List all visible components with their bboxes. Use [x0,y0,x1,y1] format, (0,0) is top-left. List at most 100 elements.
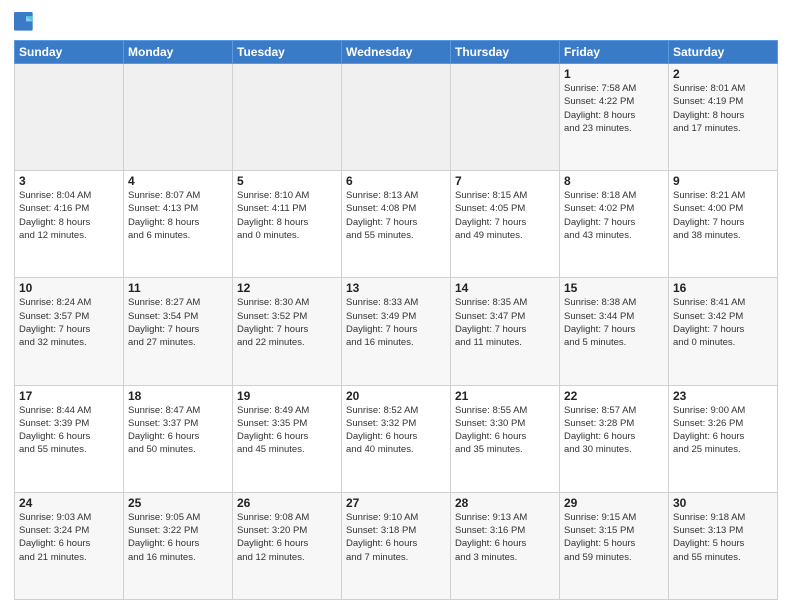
day-info: Sunrise: 8:49 AM Sunset: 3:35 PM Dayligh… [237,404,337,457]
day-info: Sunrise: 8:44 AM Sunset: 3:39 PM Dayligh… [19,404,119,457]
day-number: 21 [455,389,555,403]
calendar-cell: 29Sunrise: 9:15 AM Sunset: 3:15 PM Dayli… [560,492,669,599]
day-number: 14 [455,281,555,295]
calendar-cell: 13Sunrise: 8:33 AM Sunset: 3:49 PM Dayli… [342,278,451,385]
calendar-cell: 2Sunrise: 8:01 AM Sunset: 4:19 PM Daylig… [669,64,778,171]
day-info: Sunrise: 8:41 AM Sunset: 3:42 PM Dayligh… [673,296,773,349]
day-number: 23 [673,389,773,403]
calendar-cell: 21Sunrise: 8:55 AM Sunset: 3:30 PM Dayli… [451,385,560,492]
day-info: Sunrise: 9:18 AM Sunset: 3:13 PM Dayligh… [673,511,773,564]
day-number: 9 [673,174,773,188]
day-number: 27 [346,496,446,510]
calendar-cell: 8Sunrise: 8:18 AM Sunset: 4:02 PM Daylig… [560,171,669,278]
calendar-cell [15,64,124,171]
day-info: Sunrise: 9:10 AM Sunset: 3:18 PM Dayligh… [346,511,446,564]
calendar-cell: 27Sunrise: 9:10 AM Sunset: 3:18 PM Dayli… [342,492,451,599]
day-info: Sunrise: 8:04 AM Sunset: 4:16 PM Dayligh… [19,189,119,242]
day-info: Sunrise: 8:15 AM Sunset: 4:05 PM Dayligh… [455,189,555,242]
calendar-table: SundayMondayTuesdayWednesdayThursdayFrid… [14,40,778,600]
day-info: Sunrise: 8:52 AM Sunset: 3:32 PM Dayligh… [346,404,446,457]
day-info: Sunrise: 9:13 AM Sunset: 3:16 PM Dayligh… [455,511,555,564]
calendar-cell: 28Sunrise: 9:13 AM Sunset: 3:16 PM Dayli… [451,492,560,599]
day-info: Sunrise: 8:33 AM Sunset: 3:49 PM Dayligh… [346,296,446,349]
calendar-cell: 10Sunrise: 8:24 AM Sunset: 3:57 PM Dayli… [15,278,124,385]
calendar-cell: 1Sunrise: 7:58 AM Sunset: 4:22 PM Daylig… [560,64,669,171]
day-number: 2 [673,67,773,81]
day-info: Sunrise: 8:27 AM Sunset: 3:54 PM Dayligh… [128,296,228,349]
day-number: 12 [237,281,337,295]
calendar-cell: 12Sunrise: 8:30 AM Sunset: 3:52 PM Dayli… [233,278,342,385]
day-number: 16 [673,281,773,295]
calendar-cell: 16Sunrise: 8:41 AM Sunset: 3:42 PM Dayli… [669,278,778,385]
day-number: 22 [564,389,664,403]
day-info: Sunrise: 9:03 AM Sunset: 3:24 PM Dayligh… [19,511,119,564]
day-number: 26 [237,496,337,510]
logo [14,12,38,32]
day-info: Sunrise: 9:05 AM Sunset: 3:22 PM Dayligh… [128,511,228,564]
day-info: Sunrise: 9:00 AM Sunset: 3:26 PM Dayligh… [673,404,773,457]
day-number: 28 [455,496,555,510]
calendar-cell: 19Sunrise: 8:49 AM Sunset: 3:35 PM Dayli… [233,385,342,492]
calendar-cell: 14Sunrise: 8:35 AM Sunset: 3:47 PM Dayli… [451,278,560,385]
day-info: Sunrise: 9:15 AM Sunset: 3:15 PM Dayligh… [564,511,664,564]
day-info: Sunrise: 8:47 AM Sunset: 3:37 PM Dayligh… [128,404,228,457]
calendar-cell: 24Sunrise: 9:03 AM Sunset: 3:24 PM Dayli… [15,492,124,599]
header [14,12,778,32]
day-info: Sunrise: 8:35 AM Sunset: 3:47 PM Dayligh… [455,296,555,349]
calendar-cell: 25Sunrise: 9:05 AM Sunset: 3:22 PM Dayli… [124,492,233,599]
day-info: Sunrise: 8:38 AM Sunset: 3:44 PM Dayligh… [564,296,664,349]
day-number: 4 [128,174,228,188]
calendar-cell: 20Sunrise: 8:52 AM Sunset: 3:32 PM Dayli… [342,385,451,492]
day-info: Sunrise: 8:13 AM Sunset: 4:08 PM Dayligh… [346,189,446,242]
calendar-cell [124,64,233,171]
day-info: Sunrise: 8:57 AM Sunset: 3:28 PM Dayligh… [564,404,664,457]
day-number: 5 [237,174,337,188]
week-row-4: 24Sunrise: 9:03 AM Sunset: 3:24 PM Dayli… [15,492,778,599]
day-number: 11 [128,281,228,295]
calendar-cell: 17Sunrise: 8:44 AM Sunset: 3:39 PM Dayli… [15,385,124,492]
day-number: 18 [128,389,228,403]
calendar-cell: 26Sunrise: 9:08 AM Sunset: 3:20 PM Dayli… [233,492,342,599]
day-info: Sunrise: 7:58 AM Sunset: 4:22 PM Dayligh… [564,82,664,135]
calendar-cell: 9Sunrise: 8:21 AM Sunset: 4:00 PM Daylig… [669,171,778,278]
day-number: 1 [564,67,664,81]
day-header-friday: Friday [560,41,669,64]
calendar-header-row: SundayMondayTuesdayWednesdayThursdayFrid… [15,41,778,64]
day-number: 7 [455,174,555,188]
calendar-cell: 22Sunrise: 8:57 AM Sunset: 3:28 PM Dayli… [560,385,669,492]
calendar-cell: 6Sunrise: 8:13 AM Sunset: 4:08 PM Daylig… [342,171,451,278]
calendar-cell: 23Sunrise: 9:00 AM Sunset: 3:26 PM Dayli… [669,385,778,492]
day-number: 24 [19,496,119,510]
day-header-monday: Monday [124,41,233,64]
day-header-tuesday: Tuesday [233,41,342,64]
day-info: Sunrise: 8:18 AM Sunset: 4:02 PM Dayligh… [564,189,664,242]
day-number: 17 [19,389,119,403]
calendar-cell [451,64,560,171]
day-header-wednesday: Wednesday [342,41,451,64]
calendar-cell: 15Sunrise: 8:38 AM Sunset: 3:44 PM Dayli… [560,278,669,385]
day-number: 25 [128,496,228,510]
day-number: 30 [673,496,773,510]
day-number: 15 [564,281,664,295]
calendar-cell: 30Sunrise: 9:18 AM Sunset: 3:13 PM Dayli… [669,492,778,599]
calendar-cell: 5Sunrise: 8:10 AM Sunset: 4:11 PM Daylig… [233,171,342,278]
calendar-cell [342,64,451,171]
day-number: 19 [237,389,337,403]
week-row-1: 3Sunrise: 8:04 AM Sunset: 4:16 PM Daylig… [15,171,778,278]
calendar-cell: 18Sunrise: 8:47 AM Sunset: 3:37 PM Dayli… [124,385,233,492]
day-info: Sunrise: 8:55 AM Sunset: 3:30 PM Dayligh… [455,404,555,457]
week-row-0: 1Sunrise: 7:58 AM Sunset: 4:22 PM Daylig… [15,64,778,171]
day-number: 6 [346,174,446,188]
day-number: 8 [564,174,664,188]
calendar-cell [233,64,342,171]
day-number: 29 [564,496,664,510]
day-info: Sunrise: 9:08 AM Sunset: 3:20 PM Dayligh… [237,511,337,564]
day-info: Sunrise: 8:30 AM Sunset: 3:52 PM Dayligh… [237,296,337,349]
day-info: Sunrise: 8:21 AM Sunset: 4:00 PM Dayligh… [673,189,773,242]
day-info: Sunrise: 8:10 AM Sunset: 4:11 PM Dayligh… [237,189,337,242]
calendar-cell: 3Sunrise: 8:04 AM Sunset: 4:16 PM Daylig… [15,171,124,278]
day-number: 3 [19,174,119,188]
week-row-2: 10Sunrise: 8:24 AM Sunset: 3:57 PM Dayli… [15,278,778,385]
day-info: Sunrise: 8:01 AM Sunset: 4:19 PM Dayligh… [673,82,773,135]
day-header-saturday: Saturday [669,41,778,64]
